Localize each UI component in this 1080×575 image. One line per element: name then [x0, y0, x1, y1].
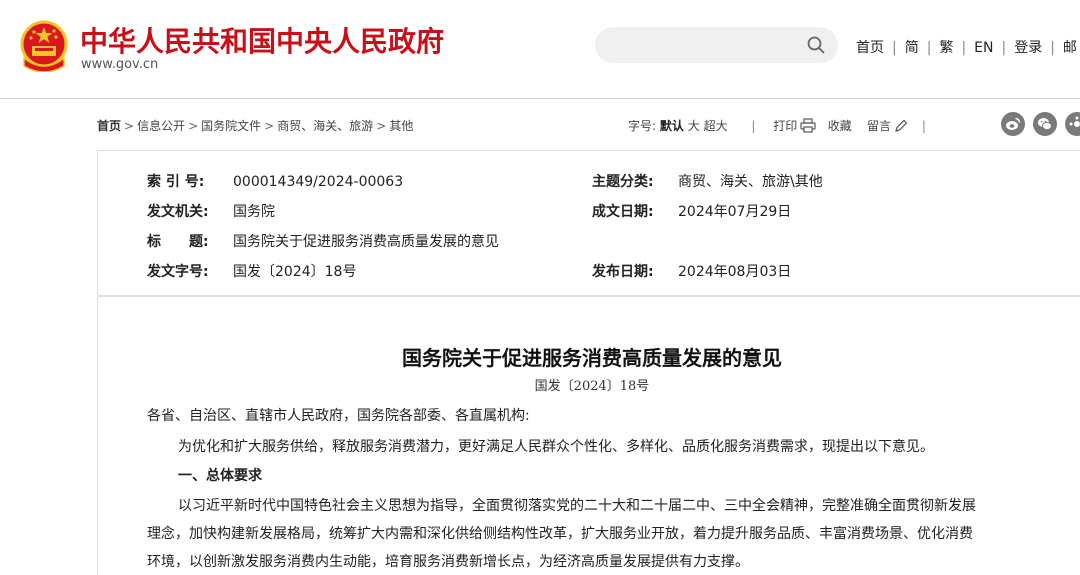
- meta-value: 2024年08月03日: [678, 264, 792, 280]
- meta-issuer: 发文机关: 国务院: [147, 201, 275, 221]
- article-document-number: 国发〔2024〕18号: [534, 379, 650, 394]
- breadcrumb-separator: >: [376, 119, 387, 133]
- page-tools: 字号: 默认 大 超大 | 打印 收藏 留言 |: [628, 117, 926, 134]
- print-label: 打印: [773, 119, 798, 133]
- breadcrumb: 首页 > 信息公开 > 国务院文件 > 商贸、海关、旅游 > 其他: [97, 117, 413, 134]
- nav-english[interactable]: EN: [974, 40, 993, 56]
- font-size-xlarge[interactable]: 超大: [704, 119, 728, 133]
- site-title[interactable]: 中华人民共和国中央人民政府: [80, 20, 444, 60]
- tools-separator: |: [921, 119, 926, 133]
- article-intro: 为优化和扩大服务供给，释放服务消费潜力，更好满足人民群众个性化、多样化、品质化服…: [178, 439, 934, 455]
- breadcrumb-separator: >: [188, 119, 199, 133]
- breadcrumb-separator: >: [124, 119, 135, 133]
- site-header: 中华人民共和国中央人民政府 www.gov.cn 首页 | 简 | 繁 | EN | 登录 | 邮: [0, 0, 1080, 99]
- meta-value[interactable]: 商贸、海关、旅游\其他: [678, 171, 823, 191]
- font-size-default[interactable]: 默认: [660, 119, 684, 133]
- article-body: 国务院关于促进服务消费高质量发展的意见 国发〔2024〕18号 各省、自治区、直…: [97, 296, 1080, 575]
- meta-value: 国发〔2024〕18号: [233, 264, 357, 280]
- breadcrumb-state-council-docs[interactable]: 国务院文件: [201, 119, 261, 133]
- wechat-share-button[interactable]: [1033, 112, 1057, 136]
- breadcrumb-home[interactable]: 首页: [97, 119, 121, 133]
- nav-separator: |: [892, 40, 897, 56]
- national-emblem-icon[interactable]: [20, 20, 68, 72]
- nav-home[interactable]: 首页: [856, 40, 884, 56]
- meta-value: 国务院关于促进服务消费高质量发展的意见: [233, 234, 499, 250]
- meta-label: 成文日期:: [592, 204, 654, 220]
- nav-separator: |: [1050, 40, 1055, 56]
- meta-value: 000014349/2024-00063: [233, 174, 404, 190]
- favorite-button[interactable]: 收藏: [828, 119, 852, 133]
- font-size-large[interactable]: 大: [688, 119, 700, 133]
- printer-icon: [800, 118, 816, 133]
- nav-mail[interactable]: 邮: [1063, 40, 1077, 56]
- article-paragraph-line: 环境，以创新激发服务消费内生动能，培育服务消费新增长点，为经济高质量发展提供有力…: [147, 554, 749, 570]
- weibo-icon: [1006, 117, 1021, 130]
- meta-label: 发文字号:: [147, 264, 209, 280]
- meta-label: 主题分类:: [592, 174, 654, 190]
- search-box: [595, 27, 838, 63]
- nav-traditional[interactable]: 繁: [939, 40, 953, 56]
- search-input[interactable]: [611, 33, 805, 59]
- site-url[interactable]: www.gov.cn: [81, 57, 158, 72]
- breadcrumb-other[interactable]: 其他: [389, 119, 413, 133]
- nav-separator: |: [961, 40, 967, 56]
- breadcrumb-trade-customs-tourism[interactable]: 商贸、海关、旅游: [277, 119, 373, 133]
- meta-label: 发布日期:: [592, 264, 654, 280]
- meta-index-number: 索 引 号: 000014349/2024-00063: [147, 171, 403, 191]
- breadcrumb-separator: >: [264, 119, 275, 133]
- meta-created-date: 成文日期: 2024年07月29日: [592, 201, 791, 221]
- nav-simplified[interactable]: 简: [905, 40, 919, 56]
- font-size-label: 字号:: [628, 119, 657, 133]
- print-button[interactable]: 打印: [773, 118, 816, 133]
- document-metadata: 索 引 号: 000014349/2024-00063 主题分类: 商贸、海关、旅游…: [97, 150, 1080, 296]
- meta-label: 发文机关:: [147, 204, 209, 220]
- meta-published-date: 发布日期: 2024年08月03日: [592, 261, 791, 281]
- article-paragraph-line: 以习近平新时代中国特色社会主义思想为指导，全面贯彻落实党的二十大和二十届二中、三…: [178, 498, 976, 514]
- tools-separator: |: [751, 119, 756, 133]
- search-icon[interactable]: [807, 36, 825, 54]
- meta-label: 标 题:: [147, 234, 209, 250]
- pencil-icon: [895, 119, 908, 132]
- top-nav: 首页 | 简 | 繁 | EN | 登录 | 邮: [856, 37, 1077, 57]
- meta-title: 标 题: 国务院关于促进服务消费高质量发展的意见: [147, 231, 499, 251]
- comment-button[interactable]: 留言: [867, 119, 908, 133]
- meta-value: 国务院: [233, 204, 275, 220]
- section-heading: 一、总体要求: [178, 468, 262, 484]
- meta-document-number: 发文字号: 国发〔2024〕18号: [147, 261, 356, 281]
- weibo-share-button[interactable]: [1001, 112, 1025, 136]
- meta-label: 索 引 号:: [147, 174, 205, 190]
- nav-separator: |: [1001, 40, 1007, 56]
- article-title: 国务院关于促进服务消费高质量发展的意见: [402, 346, 782, 370]
- meta-topic: 主题分类: 商贸、海关、旅游\其他: [592, 171, 823, 191]
- nav-login[interactable]: 登录: [1014, 40, 1042, 56]
- article-salutation: 各省、自治区、直辖市人民政府，国务院各部委、各直属机构:: [147, 408, 530, 424]
- meta-value: 2024年07月29日: [678, 204, 792, 220]
- comment-label: 留言: [867, 119, 892, 133]
- breadcrumb-info-public[interactable]: 信息公开: [137, 119, 185, 133]
- share-more-icon: [1069, 116, 1080, 127]
- more-share-button[interactable]: [1065, 112, 1080, 136]
- nav-separator: |: [926, 40, 932, 56]
- article-paragraph-line: 理念，加快构建新发展格局，统筹扩大内需和深化供给侧结构性改革，扩大服务业开放，着…: [147, 526, 973, 542]
- wechat-icon: [1038, 118, 1052, 131]
